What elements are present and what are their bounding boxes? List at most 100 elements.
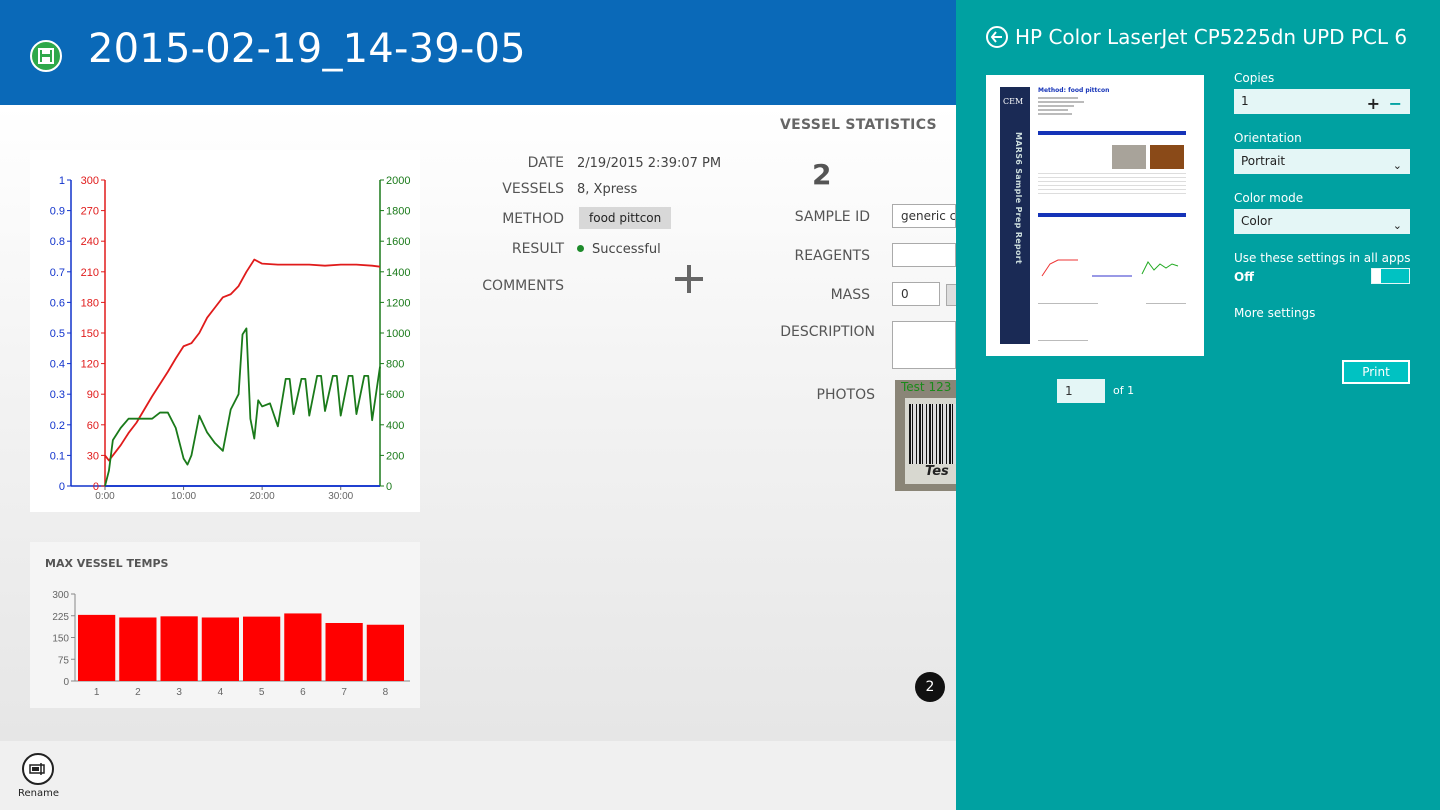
right_green-tick-label: 1800 xyxy=(386,206,410,218)
preview-line xyxy=(1038,101,1084,103)
bar-x-tick-label: 7 xyxy=(341,687,347,698)
app-bar: Rename xyxy=(0,741,956,810)
use-settings-state: Off xyxy=(1234,270,1254,284)
orientation-select[interactable]: Portrait ⌄ xyxy=(1234,149,1410,174)
back-button[interactable] xyxy=(986,26,1008,48)
copies-label: Copies xyxy=(1234,71,1275,85)
right_green-tick-label: 2000 xyxy=(386,175,410,187)
result-value: Successful xyxy=(577,242,661,257)
x-tick-label: 20:00 xyxy=(250,491,275,502)
result-text: Successful xyxy=(592,242,661,257)
mass-decrement-button[interactable] xyxy=(946,284,956,306)
preview-side-text: MARS6 Sample Prep Report xyxy=(1014,132,1023,265)
date-value: 2/19/2015 2:39:07 PM xyxy=(577,156,722,171)
save-button[interactable] xyxy=(30,40,62,72)
left_blue-tick-label: 0 xyxy=(59,481,65,493)
bar-y-tick-label: 75 xyxy=(58,655,70,666)
use-settings-toggle[interactable] xyxy=(1371,268,1410,284)
bar-x-tick-label: 8 xyxy=(383,687,389,698)
photos-label: PHOTOS xyxy=(816,387,875,403)
right_green-tick-label: 1400 xyxy=(386,267,410,279)
copies-value: 1 xyxy=(1241,94,1249,108)
preview-method-table xyxy=(1038,213,1186,217)
color-mode-select[interactable]: Color ⌄ xyxy=(1234,209,1410,234)
preview-logo: CEM xyxy=(1003,97,1024,106)
right_green-tick-label: 0 xyxy=(386,481,392,493)
preview-line xyxy=(1038,185,1186,186)
copies-increment-icon[interactable]: + xyxy=(1367,91,1380,116)
preview-date-line xyxy=(1146,303,1186,304)
title-bar: 2015-02-19_14-39-05 xyxy=(0,0,956,105)
rename-button[interactable] xyxy=(22,753,54,785)
preview-line xyxy=(1038,97,1078,99)
print-button[interactable]: Print xyxy=(1342,360,1410,384)
copies-input[interactable]: 1 + − xyxy=(1234,89,1410,114)
preview-line xyxy=(1038,113,1072,115)
left_blue-tick-label: 1 xyxy=(59,175,65,187)
mass-input[interactable]: 0 xyxy=(892,282,940,306)
bar xyxy=(119,617,157,681)
use-settings-label: Use these settings in all apps xyxy=(1234,251,1411,265)
left_red-tick-label: 180 xyxy=(81,297,99,309)
preview-signature-line xyxy=(1038,303,1098,304)
right_green-tick-label: 1600 xyxy=(386,236,410,248)
print-preview: CEM MARS6 Sample Prep Report Method: foo… xyxy=(986,75,1204,356)
add-comment-icon[interactable] xyxy=(672,262,706,296)
bar xyxy=(284,613,322,681)
preview-line xyxy=(1038,105,1074,107)
page-count: of 1 xyxy=(1113,384,1135,397)
left_blue-tick-label: 0.2 xyxy=(50,420,65,432)
bar xyxy=(78,614,116,681)
left_red-tick-label: 270 xyxy=(81,206,99,218)
description-label: DESCRIPTION xyxy=(780,324,875,340)
photo-text: Tes xyxy=(925,464,949,479)
orientation-label: Orientation xyxy=(1234,131,1302,145)
preview-line xyxy=(1038,177,1186,178)
left_blue-tick-label: 0.9 xyxy=(50,206,65,218)
toggle-knob xyxy=(1372,269,1381,283)
vessels-label: VESSELS xyxy=(502,181,564,197)
date-label: DATE xyxy=(527,155,564,171)
description-input[interactable] xyxy=(892,321,956,369)
vessel-count: 2 xyxy=(812,158,832,191)
photo-thumbnail[interactable]: Test 123 Tes xyxy=(895,380,956,491)
success-dot-icon xyxy=(577,245,584,252)
right_green-tick-label: 1000 xyxy=(386,328,410,340)
method-label: METHOD xyxy=(502,211,564,227)
reagents-input[interactable] xyxy=(892,243,956,267)
save-icon xyxy=(38,48,54,64)
page-number-input[interactable]: 1 xyxy=(1057,379,1105,403)
preview-line xyxy=(1038,173,1186,174)
vessel-badge[interactable]: 2 xyxy=(915,672,945,702)
bar-y-tick-label: 0 xyxy=(63,677,69,688)
bar-x-tick-label: 1 xyxy=(94,687,100,698)
chevron-down-icon: ⌄ xyxy=(1392,219,1402,232)
left_blue-tick-label: 0.1 xyxy=(50,450,65,462)
preview-sidebar: CEM MARS6 Sample Prep Report xyxy=(1000,87,1030,344)
left_red-tick-label: 300 xyxy=(81,175,99,187)
printer-name: HP Color LaserJet CP5225dn UPD PCL 6 xyxy=(1015,25,1408,49)
preview-line xyxy=(1038,109,1068,111)
left_red-tick-label: 60 xyxy=(87,420,99,432)
left_red-tick-label: 30 xyxy=(87,450,99,462)
color-mode-value: Color xyxy=(1241,214,1273,228)
bar-y-tick-label: 300 xyxy=(52,590,69,601)
bar xyxy=(201,617,239,681)
preview-table-header xyxy=(1038,131,1186,135)
bar xyxy=(366,624,404,681)
left_blue-tick-label: 0.3 xyxy=(50,389,65,401)
left_blue-tick-label: 0.4 xyxy=(50,359,65,371)
bar-x-tick-label: 5 xyxy=(259,687,265,698)
photo-caption: Test 123 xyxy=(901,380,952,394)
more-settings-link[interactable]: More settings xyxy=(1234,306,1315,320)
preview-method-title: Method: food pittcon xyxy=(1038,87,1110,94)
bar-x-tick-label: 6 xyxy=(300,687,306,698)
method-tag[interactable]: food pittcon xyxy=(579,207,672,229)
copies-decrement-icon[interactable]: − xyxy=(1389,91,1402,116)
color-mode-label: Color mode xyxy=(1234,191,1304,205)
right_green-tick-label: 200 xyxy=(386,450,404,462)
sample-id-input[interactable]: generic che xyxy=(892,204,956,228)
left_red-series-line xyxy=(104,258,381,462)
left_red-tick-label: 240 xyxy=(81,236,99,248)
temperature-chart: 0:00 10:00 20:00 30:0000.10.20.30.40.50.60.… xyxy=(50,175,411,502)
